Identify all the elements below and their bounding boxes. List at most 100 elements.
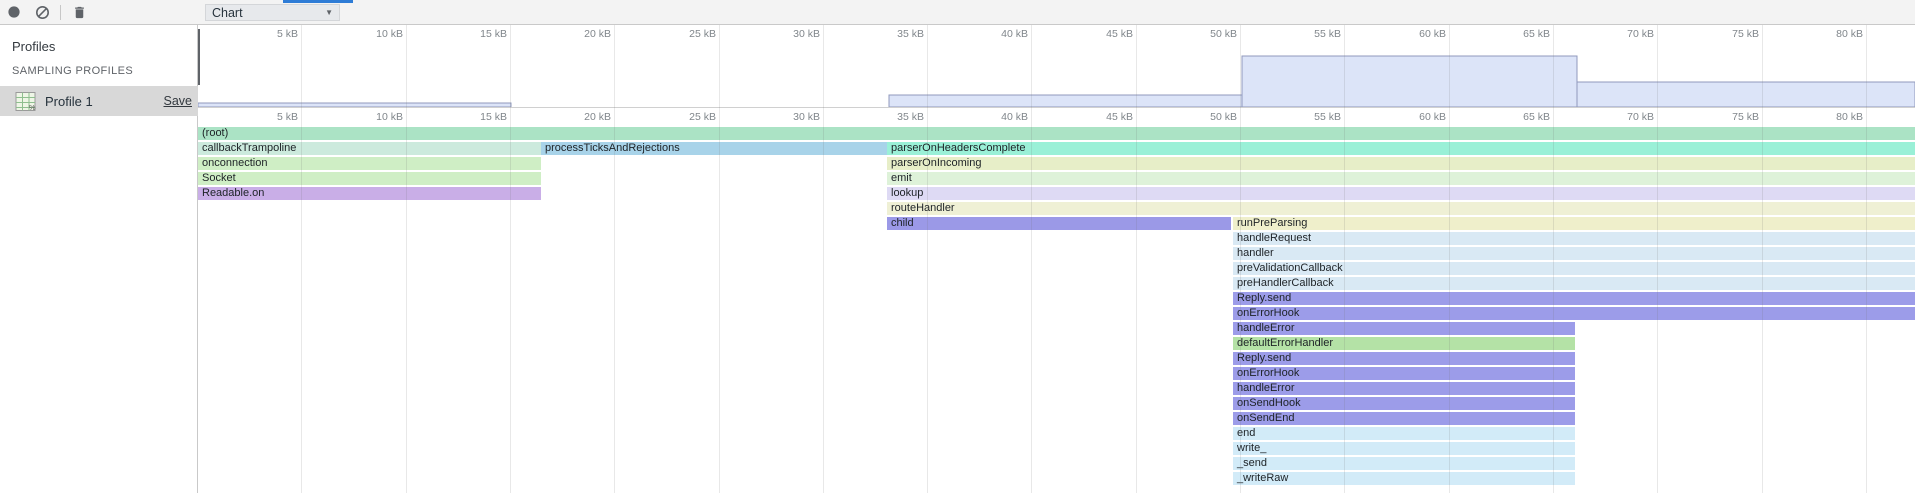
flame-bar[interactable]: write_ bbox=[1233, 442, 1575, 455]
flame-bar[interactable]: handleRequest bbox=[1233, 232, 1915, 245]
flame-bar-label: preHandlerCallback bbox=[1233, 277, 1915, 290]
ruler-bottom-tick-label: 65 kB bbox=[1492, 111, 1550, 123]
flame-bar[interactable]: end bbox=[1233, 427, 1575, 440]
ruler-bottom-tick-label: 10 kB bbox=[345, 111, 403, 123]
flame-bar-label: processTicksAndRejections bbox=[541, 142, 887, 155]
ruler-bottom-tick-label: 50 kB bbox=[1179, 111, 1237, 123]
flame-bar[interactable]: parserOnIncoming bbox=[887, 157, 1915, 170]
trash-icon bbox=[72, 5, 87, 20]
overview-step bbox=[1577, 82, 1915, 107]
view-mode-select[interactable]: Chart ▼ bbox=[205, 4, 340, 21]
flame-bar[interactable]: _writeRaw bbox=[1233, 472, 1575, 485]
flame-bar-label: onErrorHook bbox=[1233, 367, 1575, 380]
profile-list-item[interactable]: % Profile 1 Save bbox=[0, 86, 198, 116]
flame-bar[interactable]: emit bbox=[887, 172, 1915, 185]
chart-main: 5 kB5 kB10 kB10 kB15 kB15 kB20 kB20 kB25… bbox=[198, 25, 1915, 493]
flame-bar-label: parserOnIncoming bbox=[887, 157, 1915, 170]
flame-bar[interactable]: (root) bbox=[198, 127, 1915, 140]
flame-bar-label: preValidationCallback bbox=[1233, 262, 1915, 275]
flame-bar[interactable]: defaultErrorHandler bbox=[1233, 337, 1575, 350]
flame-bar-label: defaultErrorHandler bbox=[1233, 337, 1575, 350]
flame-bar[interactable]: handleError bbox=[1233, 382, 1575, 395]
toolbar-separator bbox=[60, 5, 61, 20]
flame-bar[interactable]: handler bbox=[1233, 247, 1915, 260]
flame-bar[interactable]: Readable.on bbox=[198, 187, 541, 200]
ruler-bottom-tick-label: 45 kB bbox=[1075, 111, 1133, 123]
ruler-bottom-tick-label: 25 kB bbox=[658, 111, 716, 123]
flame-bar[interactable]: onconnection bbox=[198, 157, 541, 170]
flame-bar-label: emit bbox=[887, 172, 1915, 185]
flame-bar-label: Reply.send bbox=[1233, 292, 1915, 305]
flame-bar[interactable]: Reply.send bbox=[1233, 292, 1915, 305]
flame-bar[interactable]: routeHandler bbox=[887, 202, 1915, 215]
flame-bar[interactable]: preValidationCallback bbox=[1233, 262, 1915, 275]
clear-button[interactable] bbox=[28, 0, 56, 24]
overview-step bbox=[1242, 56, 1577, 107]
flame-bar-label: onErrorHook bbox=[1233, 307, 1915, 320]
profile-table-icon: % bbox=[15, 91, 36, 112]
chevron-down-icon: ▼ bbox=[325, 8, 333, 17]
flame-bar-label: handleError bbox=[1233, 322, 1575, 335]
flame-bar-label: onSendHook bbox=[1233, 397, 1575, 410]
flame-bar-label: callbackTrampoline bbox=[198, 142, 541, 155]
block-icon bbox=[35, 5, 50, 20]
flame-bar[interactable]: parserOnHeadersComplete bbox=[887, 142, 1915, 155]
ruler-bottom-tick-label: 5 kB bbox=[240, 111, 298, 123]
record-icon bbox=[7, 5, 21, 19]
ruler-bottom-tick-label: 30 kB bbox=[762, 111, 820, 123]
ruler-bottom-tick-label: 60 kB bbox=[1388, 111, 1446, 123]
memory-overview-graph[interactable] bbox=[198, 25, 1915, 108]
flame-bar-label: _writeRaw bbox=[1233, 472, 1575, 485]
ruler-bottom-tick-label: 20 kB bbox=[553, 111, 611, 123]
overview-step bbox=[889, 95, 1242, 107]
flame-bar-label: child bbox=[887, 217, 1231, 230]
sampling-profiles-header: SAMPLING PROFILES bbox=[12, 65, 133, 77]
flame-bar-label: routeHandler bbox=[887, 202, 1915, 215]
view-mode-value: Chart bbox=[212, 6, 243, 20]
flame-bar[interactable]: callbackTrampoline bbox=[198, 142, 541, 155]
sidebar-title: Profiles bbox=[12, 39, 55, 54]
flame-bar-label: _send bbox=[1233, 457, 1575, 470]
ruler-bottom-tick-label: 15 kB bbox=[449, 111, 507, 123]
flame-bar[interactable]: Reply.send bbox=[1233, 352, 1575, 365]
ruler-bottom-tick-label: 80 kB bbox=[1805, 111, 1863, 123]
flame-bar-label: handleRequest bbox=[1233, 232, 1915, 245]
flame-bar[interactable]: preHandlerCallback bbox=[1233, 277, 1915, 290]
svg-text:%: % bbox=[29, 103, 36, 112]
ruler-bottom-tick-label: 55 kB bbox=[1283, 111, 1341, 123]
flame-bar[interactable]: child bbox=[887, 217, 1231, 230]
flame-bar[interactable]: runPreParsing bbox=[1233, 217, 1915, 230]
flame-bar-label: Reply.send bbox=[1233, 352, 1575, 365]
save-profile-link[interactable]: Save bbox=[164, 94, 193, 108]
overview-left-grip[interactable] bbox=[198, 29, 200, 85]
flame-bar[interactable]: onErrorHook bbox=[1233, 367, 1575, 380]
toolbar: Chart ▼ bbox=[0, 0, 1915, 25]
flame-bar[interactable]: lookup bbox=[887, 187, 1915, 200]
flame-bar-label: parserOnHeadersComplete bbox=[887, 142, 1915, 155]
flame-bar-label: Socket bbox=[198, 172, 541, 185]
active-tab-indicator bbox=[283, 0, 353, 3]
flame-bar[interactable]: onSendHook bbox=[1233, 397, 1575, 410]
flame-bar-label: handleError bbox=[1233, 382, 1575, 395]
ruler-bottom-tick-label: 75 kB bbox=[1701, 111, 1759, 123]
flame-bar-label: handler bbox=[1233, 247, 1915, 260]
ruler-bottom-tick-label: 40 kB bbox=[970, 111, 1028, 123]
flame-bar[interactable]: Socket bbox=[198, 172, 541, 185]
flame-bar[interactable]: onSendEnd bbox=[1233, 412, 1575, 425]
flame-bar-label: (root) bbox=[198, 127, 1915, 140]
flame-bar[interactable]: handleError bbox=[1233, 322, 1575, 335]
profile-name: Profile 1 bbox=[45, 94, 93, 109]
flame-bar[interactable]: _send bbox=[1233, 457, 1575, 470]
flame-bar-label: Readable.on bbox=[198, 187, 541, 200]
flame-bar-label: end bbox=[1233, 427, 1575, 440]
ruler-bottom-tick-label: 35 kB bbox=[866, 111, 924, 123]
delete-profile-button[interactable] bbox=[65, 0, 93, 24]
flame-bar-label: lookup bbox=[887, 187, 1915, 200]
record-button[interactable] bbox=[0, 0, 28, 24]
flame-bar[interactable]: onErrorHook bbox=[1233, 307, 1915, 320]
flame-bar-label: runPreParsing bbox=[1233, 217, 1915, 230]
overview-baseline bbox=[198, 107, 1915, 108]
flame-bar[interactable]: processTicksAndRejections bbox=[541, 142, 887, 155]
flame-bar-label: onSendEnd bbox=[1233, 412, 1575, 425]
profiles-sidebar: Profiles SAMPLING PROFILES % Profile 1 S… bbox=[0, 25, 198, 493]
